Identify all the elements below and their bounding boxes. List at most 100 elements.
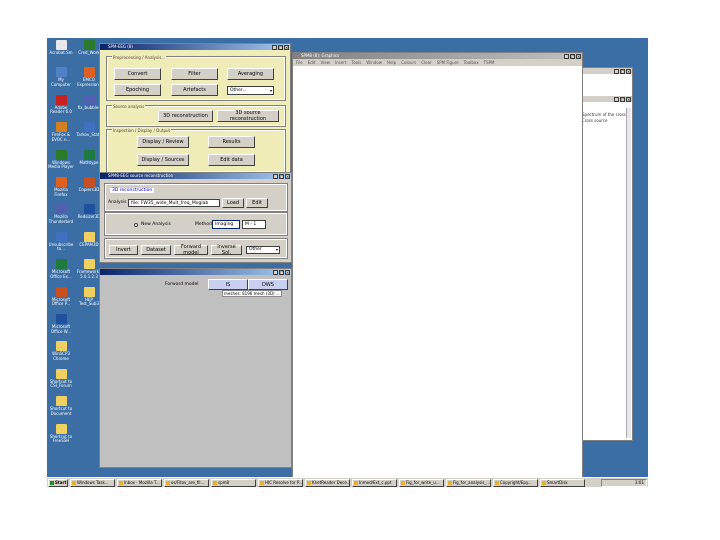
- taskbar-item[interactable]: Inmed/Ext_c.ppt: [352, 479, 397, 487]
- menu-item[interactable]: Window: [366, 60, 382, 65]
- desktop-icon-label: Cred_Work: [78, 50, 100, 55]
- taskbar-item[interactable]: KnetReader Dece...: [305, 479, 350, 487]
- desktop-icon[interactable]: Microsoft Office Ex...: [48, 259, 74, 279]
- epoching-button[interactable]: Epoching: [114, 84, 161, 96]
- graphics-window[interactable]: SPM8 (8): Graphics _ □ × File Edit View Inser…: [292, 52, 583, 478]
- close-icon[interactable]: ×: [285, 269, 290, 275]
- other-select[interactable]: Other ▾: [246, 246, 280, 254]
- start-button[interactable]: Start: [48, 479, 68, 487]
- close-icon[interactable]: ×: [626, 96, 631, 102]
- desktop-icon[interactable]: Shortcut to Document: [48, 396, 74, 416]
- desktop-icon[interactable]: Windows Media Player: [48, 149, 74, 170]
- menu-item[interactable]: TSPM: [484, 60, 495, 65]
- taskbar-item[interactable]: Copyright/Epy...: [493, 479, 538, 487]
- taskbar-item[interactable]: HIC Resolve for P...: [258, 479, 303, 487]
- maximize-icon[interactable]: □: [620, 68, 625, 74]
- spm-titlebar[interactable]: SPM-EEG (8) _ □ ×: [100, 44, 290, 50]
- close-icon[interactable]: ×: [626, 68, 631, 74]
- edit-button[interactable]: Edit: [246, 198, 268, 208]
- back-window-subtitlebar[interactable]: _ □ ×: [576, 96, 632, 102]
- invert-button[interactable]: Invert: [109, 245, 138, 255]
- desktop-icon[interactable]: Microsoft Office P...: [48, 286, 74, 307]
- menu-item[interactable]: Tools: [351, 60, 361, 65]
- taskbar-item-label: HIC Resolve for P...: [265, 480, 303, 485]
- menu-item[interactable]: SPM Figure: [437, 60, 459, 65]
- reconstruction-window[interactable]: SPM8-EEG source reconstruction _ □ × 3D re…: [99, 172, 292, 263]
- maximize-icon[interactable]: □: [570, 53, 575, 59]
- artefacts-button[interactable]: Artefacts: [171, 84, 218, 96]
- taskbar-item[interactable]: Windows Task...: [70, 479, 115, 487]
- edit-data-button[interactable]: Edit data: [208, 154, 255, 166]
- analysis-file-input[interactable]: file: FW35_wide_Mult_freq_Moglab: [128, 199, 220, 207]
- convert-button[interactable]: Convert: [114, 68, 161, 80]
- reconstruction-heading: 3D reconstruction: [110, 188, 155, 193]
- menu-item[interactable]: Help: [387, 60, 396, 65]
- menu-item[interactable]: Colours: [401, 60, 416, 65]
- desktop-icon-label: Adobe Reader 6.0: [50, 104, 72, 115]
- desktop-icon[interactable]: WinSCP3 Chrome: [48, 341, 74, 361]
- menu-item[interactable]: Edit: [308, 60, 316, 65]
- close-icon[interactable]: ×: [284, 44, 289, 50]
- new-analysis-radio[interactable]: [134, 223, 138, 227]
- taskbar-item[interactable]: SmartDisk: [540, 479, 585, 487]
- minimize-icon[interactable]: _: [272, 44, 277, 50]
- desktop-icon[interactable]: Microsoft Office W...: [48, 314, 74, 334]
- menu-item[interactable]: Clear: [421, 60, 431, 65]
- desktop-app-icon: [55, 122, 67, 133]
- results-button[interactable]: Results: [208, 136, 255, 148]
- dws-field[interactable]: DWS: [248, 279, 288, 290]
- taskbar-item[interactable]: Fig_for_analysis_...: [446, 479, 491, 487]
- back-window-titlebar[interactable]: _ □ ×: [576, 68, 632, 74]
- desktop-icon[interactable]: Adobe Reader 6.0: [48, 94, 74, 115]
- reconstruction-titlebar[interactable]: SPM8-EEG source reconstruction _ □ ×: [100, 173, 291, 179]
- desktop-icon[interactable]: Unsubscribe to...: [48, 231, 74, 252]
- minimize-icon[interactable]: _: [614, 96, 619, 102]
- taskbar-item[interactable]: Fig_for_write_u...: [399, 479, 444, 487]
- minimize-icon[interactable]: _: [564, 53, 569, 59]
- desktop-icon[interactable]: FireFox & EVOC n...: [48, 122, 74, 142]
- load-button[interactable]: Load: [222, 198, 244, 208]
- desktop-icon[interactable]: Acrobat.Sm: [48, 40, 74, 56]
- minimize-icon[interactable]: _: [614, 68, 619, 74]
- taskbar-item[interactable]: Inbox - Mozilla T...: [117, 479, 162, 487]
- dataset-button[interactable]: Dataset: [141, 245, 171, 255]
- taskbar-item-label: Fig_for_write_u...: [406, 480, 440, 485]
- display-review-button[interactable]: Display / Review: [137, 136, 189, 148]
- scrollbar[interactable]: [626, 108, 631, 438]
- menu-item[interactable]: View: [320, 60, 330, 65]
- menu-item[interactable]: Insert: [335, 60, 346, 65]
- spm-main-window[interactable]: SPM-EEG (8) _ □ × Preprocessing / Analysis…: [99, 43, 291, 177]
- close-icon[interactable]: ×: [576, 53, 581, 59]
- maximize-icon[interactable]: □: [279, 173, 284, 179]
- back-window[interactable]: _ □ × _ □ × Spectrum of the cross Cross sour…: [575, 67, 633, 441]
- desktop-icon[interactable]: My Computer: [48, 67, 74, 87]
- forward-model-window[interactable]: _ □ × Forward model IS DWS meshes: 8196 me…: [99, 268, 292, 468]
- desktop-app-icon: [55, 423, 67, 434]
- maximize-icon[interactable]: □: [620, 96, 625, 102]
- taskbar-item[interactable]: os/Fitov_are_fil...: [164, 479, 209, 487]
- minimize-icon[interactable]: _: [273, 173, 278, 179]
- desktop-icon[interactable]: Mozilla Firefox: [48, 177, 74, 197]
- inverse-solution-button[interactable]: Inverse Sol.: [211, 244, 242, 256]
- desktop-icon[interactable]: Shortcut to FreeSSH: [48, 423, 74, 444]
- close-icon[interactable]: ×: [285, 173, 290, 179]
- minimize-icon[interactable]: _: [273, 269, 278, 275]
- method-option-select[interactable]: M - 1: [242, 220, 266, 229]
- maximize-icon[interactable]: □: [279, 269, 284, 275]
- is-field[interactable]: IS: [208, 279, 248, 290]
- other-select[interactable]: Other... ▾: [227, 86, 274, 95]
- maximize-icon[interactable]: □: [278, 44, 283, 50]
- display-sources-button[interactable]: Display / Sources: [137, 154, 189, 166]
- menu-item[interactable]: File: [296, 60, 303, 65]
- menu-item[interactable]: Toolbox: [464, 60, 479, 65]
- forward-model-titlebar[interactable]: _ □ ×: [100, 269, 291, 275]
- method-select[interactable]: Imaging: [212, 220, 240, 229]
- desktop-icon[interactable]: Mozilla Thunderbird: [48, 204, 74, 224]
- 3d-reconstruction-button[interactable]: 3D reconstruction: [158, 110, 213, 122]
- 3d-source-reconstruction-button[interactable]: 3D source reconstruction: [217, 110, 279, 122]
- averaging-button[interactable]: Averaging: [227, 68, 274, 80]
- forward-model-button[interactable]: Forward model: [174, 244, 208, 256]
- desktop-icon[interactable]: Shortcut to CSI_Forum: [48, 368, 74, 389]
- filter-button[interactable]: Filter: [171, 68, 218, 80]
- taskbar-item[interactable]: spm8: [211, 479, 256, 487]
